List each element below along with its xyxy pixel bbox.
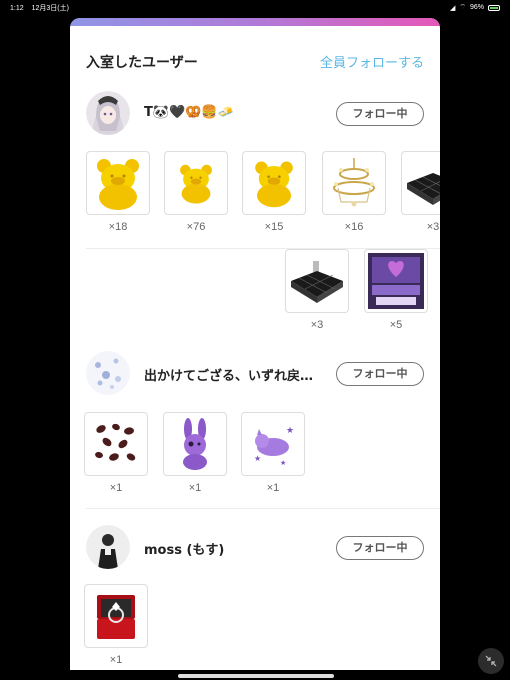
gift-count: ×1 [266,482,280,494]
gift-item[interactable]: ×16 [322,151,386,233]
purple-bunny-icon [183,418,207,470]
gift-item[interactable]: ×3 [285,249,349,331]
gift-count: ×3 [426,221,440,233]
gift-count: ×1 [188,482,202,494]
battery-percent: 96% [469,4,484,11]
gift-count: ×5 [389,319,403,331]
gold-bear-icon [97,159,139,210]
gift-item[interactable]: ×15 [242,151,306,233]
signal-icon: ◢ [450,4,456,12]
following-button[interactable]: フォロー中 [336,536,424,560]
minimize-button[interactable] [478,648,504,674]
gift-count: ×76 [186,221,206,233]
entered-users-sheet: 入室したユーザー 全員フォローする T🐼🖤🥨🍔🧈 フォロー中 ×18 ×76 ×… [70,18,440,670]
svg-text:★: ★ [280,459,286,467]
gift-count: ×1 [109,482,123,494]
gift-count: ×1 [109,654,123,666]
avatar[interactable] [86,351,130,395]
gift-count: ×15 [264,221,284,233]
gift-count: ×3 [310,319,324,331]
user-row: moss (もす) フォロー中 [86,525,424,571]
gift-count: ×16 [344,221,364,233]
gold-bear-icon [255,161,293,208]
sheet-title: 入室したユーザー [86,55,198,71]
user-name[interactable]: T🐼🖤🥨🍔🧈 [144,105,234,120]
gift-item[interactable]: ★ ★ ★ ×1 [241,412,305,494]
chandelier-icon [333,158,375,207]
gift-item[interactable]: ×76 [164,151,228,233]
sheet-header: 入室したユーザー 全員フォローする [86,52,424,72]
sheet-gradient-bar [70,18,440,26]
status-date: 12月3日(土) [31,5,69,12]
gold-bear-icon [180,164,212,204]
gift-count: ×18 [108,221,128,233]
coffee-beans-icon [95,423,136,461]
user-name[interactable]: moss (もす) [144,539,224,558]
status-time: 1:12 [10,5,24,12]
battery-icon [488,4,500,11]
dark-stage-icon [407,173,440,205]
avatar[interactable] [86,91,130,135]
svg-text:★: ★ [254,454,261,463]
gift-item[interactable]: ×5 [364,249,428,331]
follow-all-button[interactable]: 全員フォローする [320,52,424,71]
gift-item[interactable]: ×18 [86,151,150,233]
divider [86,508,440,509]
svg-text:★: ★ [286,426,294,436]
user-row: 出かけてござる、いずれ戻… フォロー中 [86,351,424,397]
dark-stage-icon [291,261,343,303]
gift-item[interactable]: ×1 [163,412,227,494]
home-indicator [178,674,334,678]
following-button[interactable]: フォロー中 [336,362,424,386]
wifi-icon: ⌔ [459,4,466,11]
purple-stage-icon [368,253,424,309]
gift-item[interactable]: ×1 [84,584,148,666]
gift-item[interactable]: ×1 [84,412,148,494]
ring-box-icon [97,595,135,639]
avatar[interactable] [86,525,130,569]
purple-cat-stars-icon: ★ ★ ★ [254,426,294,467]
collapse-arrows-icon [485,655,497,667]
gift-item[interactable]: ×3 [401,151,440,233]
user-name[interactable]: 出かけてござる、いずれ戻… [144,365,313,384]
user-row: T🐼🖤🥨🍔🧈 フォロー中 [86,91,424,137]
following-button[interactable]: フォロー中 [336,102,424,126]
status-bar: 1:12 12月3日(土) ◢ ⌔ 96% [0,0,510,14]
